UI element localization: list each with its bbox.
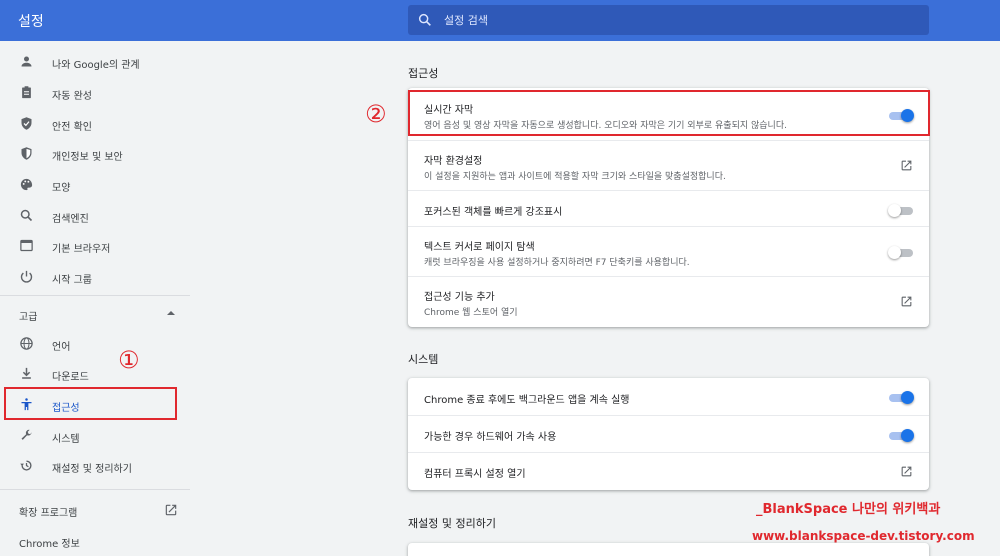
sidebar-item-autofill[interactable]: 자동 완성 bbox=[0, 78, 190, 108]
proxy-settings-row[interactable]: 컴퓨터 프록시 설정 열기 bbox=[408, 453, 929, 490]
sidebar-item-extensions[interactable]: 확장 프로그램 bbox=[19, 504, 77, 519]
search-icon bbox=[418, 13, 431, 26]
background-apps-row[interactable]: Chrome 종료 후에도 백그라운드 앱을 계속 실행 bbox=[408, 378, 929, 416]
open-in-new-icon[interactable] bbox=[900, 159, 913, 172]
sidebar-divider bbox=[0, 295, 190, 296]
sidebar-item-about[interactable]: Chrome 정보 bbox=[19, 535, 80, 550]
shield-check-icon bbox=[21, 117, 32, 130]
palette-icon bbox=[20, 178, 33, 191]
annotation-box-2 bbox=[408, 90, 930, 136]
row-title: 접근성 기능 추가 bbox=[424, 292, 495, 303]
sidebar-item-google[interactable]: 나와 Google의 관계 bbox=[0, 47, 190, 77]
open-in-new-icon[interactable] bbox=[900, 295, 913, 308]
caption-preferences-row[interactable]: 자막 환경설정 이 설정을 지원하는 앱과 사이트에 적용할 자막 크기와 스타… bbox=[408, 141, 929, 191]
person-icon bbox=[21, 56, 32, 67]
page-title: 설정 bbox=[18, 14, 44, 30]
open-in-new-icon[interactable] bbox=[900, 465, 913, 478]
caret-browsing-toggle[interactable] bbox=[888, 246, 913, 259]
sidebar-item-label: 시작 그룹 bbox=[52, 275, 92, 286]
annotation-marker-2: ② bbox=[365, 100, 387, 128]
sidebar-item-label: 기본 브라우저 bbox=[52, 244, 111, 255]
row-subtitle: 이 설정을 지원하는 앱과 사이트에 적용할 자막 크기와 스타일을 맞춤설정합… bbox=[424, 172, 726, 182]
clipboard-icon bbox=[22, 86, 31, 99]
sidebar-item-startup[interactable]: 시작 그룹 bbox=[0, 262, 190, 292]
sidebar-item-label: 개인정보 및 보안 bbox=[52, 152, 123, 163]
sidebar-item-search-engine[interactable]: 검색엔진 bbox=[0, 201, 190, 231]
watermark-title: _BlankSpace 나만의 위키백과 bbox=[756, 502, 941, 517]
sidebar-item-label: 검색엔진 bbox=[52, 214, 89, 225]
row-title: 자막 환경설정 bbox=[424, 156, 483, 167]
search-input[interactable] bbox=[444, 11, 914, 29]
sidebar-item-label: 자동 완성 bbox=[52, 91, 92, 102]
sidebar-item-label: 안전 확인 bbox=[52, 122, 92, 133]
row-title: 포커스된 객체를 빠르게 강조표시 bbox=[424, 207, 563, 218]
row-subtitle: 캐럿 브라우징을 사용 설정하거나 중지하려면 F7 단축키를 사용합니다. bbox=[424, 258, 690, 268]
sidebar-item-label: 재설정 및 정리하기 bbox=[52, 464, 132, 475]
reset-section-title: 재설정 및 정리하기 bbox=[408, 517, 496, 530]
row-title: 가능한 경우 하드웨어 가속 사용 bbox=[424, 432, 557, 443]
open-in-new-icon[interactable] bbox=[164, 503, 178, 517]
shield-icon bbox=[21, 147, 32, 160]
sidebar-divider bbox=[0, 489, 190, 490]
add-accessibility-features-row[interactable]: 접근성 기능 추가 Chrome 웹 스토어 열기 bbox=[408, 277, 929, 327]
sidebar-item-privacy[interactable]: 개인정보 및 보안 bbox=[0, 139, 190, 169]
annotation-marker-1: ① bbox=[118, 346, 140, 374]
caret-browsing-row[interactable]: 텍스트 커서로 페이지 탐색 캐럿 브라우징을 사용 설정하거나 중지하려면 F… bbox=[408, 227, 929, 277]
app-header: 설정 bbox=[0, 0, 1000, 41]
browser-icon bbox=[20, 239, 33, 252]
focus-highlight-toggle[interactable] bbox=[888, 204, 913, 217]
search-icon bbox=[20, 209, 33, 222]
sidebar-item-appearance[interactable]: 모양 bbox=[0, 170, 190, 200]
sidebar-item-languages[interactable]: 언어 bbox=[0, 329, 190, 359]
sidebar-item-label: 나와 Google의 관계 bbox=[52, 60, 140, 71]
sidebar-item-label: 다운로드 bbox=[52, 372, 89, 383]
power-icon bbox=[20, 270, 33, 283]
system-card: Chrome 종료 후에도 백그라운드 앱을 계속 실행 가능한 경우 하드웨어… bbox=[408, 378, 929, 490]
hardware-acceleration-toggle[interactable] bbox=[889, 429, 914, 442]
row-subtitle: Chrome 웹 스토어 열기 bbox=[424, 308, 518, 318]
row-title: Chrome 종료 후에도 백그라운드 앱을 계속 실행 bbox=[424, 395, 630, 406]
sidebar-item-reset[interactable]: 재설정 및 정리하기 bbox=[0, 451, 190, 481]
download-icon bbox=[22, 367, 31, 379]
watermark-url: www.blankspace-dev.tistory.com bbox=[752, 529, 975, 543]
sidebar-item-downloads[interactable]: 다운로드 bbox=[0, 359, 190, 389]
sidebar-item-safety[interactable]: 안전 확인 bbox=[0, 109, 190, 139]
sidebar-item-label: 시스템 bbox=[52, 434, 80, 445]
search-box[interactable] bbox=[408, 5, 929, 35]
globe-icon bbox=[20, 337, 33, 350]
sidebar: 나와 Google의 관계 자동 완성 안전 확인 개인정보 및 보안 모양 검… bbox=[0, 41, 190, 556]
wrench-icon bbox=[21, 429, 32, 440]
accessibility-section-title: 접근성 bbox=[408, 67, 439, 80]
reset-card bbox=[408, 543, 929, 556]
sidebar-item-label: 모양 bbox=[52, 183, 71, 194]
annotation-box-1 bbox=[4, 387, 177, 420]
hardware-acceleration-row[interactable]: 가능한 경우 하드웨어 가속 사용 bbox=[408, 416, 929, 453]
history-icon bbox=[20, 460, 32, 471]
sidebar-item-system[interactable]: 시스템 bbox=[0, 421, 190, 451]
row-title: 컴퓨터 프록시 설정 열기 bbox=[424, 469, 526, 480]
advanced-section-label: 고급 bbox=[19, 312, 38, 323]
collapse-caret-icon[interactable] bbox=[167, 311, 175, 315]
system-section-title: 시스템 bbox=[408, 353, 439, 366]
focus-highlight-row[interactable]: 포커스된 객체를 빠르게 강조표시 bbox=[408, 191, 929, 227]
sidebar-item-label: 언어 bbox=[52, 342, 71, 353]
sidebar-item-default-browser[interactable]: 기본 브라우저 bbox=[0, 231, 190, 261]
row-title: 텍스트 커서로 페이지 탐색 bbox=[424, 242, 535, 253]
background-apps-toggle[interactable] bbox=[889, 391, 914, 404]
